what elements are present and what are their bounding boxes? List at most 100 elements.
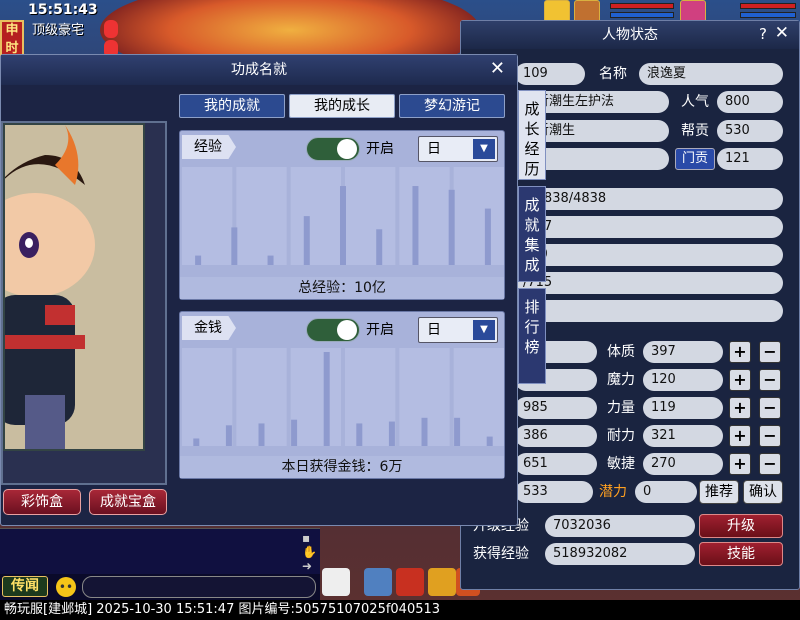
attr-value-strength: 119 xyxy=(643,397,723,419)
attr-left-value: 985 xyxy=(515,397,597,419)
popularity-value: 800 xyxy=(717,91,783,113)
panel-title: 人物状态 xyxy=(461,21,799,49)
gift-icon[interactable] xyxy=(428,568,456,596)
emoji-icon[interactable]: •• xyxy=(56,577,76,597)
extra-left-value: 533 xyxy=(515,481,593,503)
help-icon[interactable]: ? xyxy=(759,25,767,43)
chat-exit-icon[interactable]: ➜ xyxy=(302,559,318,573)
confirm-button[interactable]: 确认 xyxy=(743,480,783,504)
tab-my-growth[interactable]: 我的成长 xyxy=(289,94,395,118)
chart-column-bg xyxy=(345,348,396,446)
chevron-down-icon[interactable]: ▼ xyxy=(473,320,495,340)
attr-label-endurance: 耐力 xyxy=(607,428,635,444)
chart-bar xyxy=(448,189,455,265)
chart-column-bg xyxy=(236,167,287,265)
chart-bar xyxy=(291,419,298,446)
minus-agility-button[interactable]: − xyxy=(759,453,781,475)
chart-bar xyxy=(225,425,232,446)
side-tab-label: 成长经历 xyxy=(524,100,540,178)
chart-column-bg xyxy=(182,348,233,446)
add-endurance-button[interactable]: + xyxy=(729,425,751,447)
side-tab-label: 成就集成 xyxy=(524,196,540,274)
chart-bar xyxy=(303,216,310,265)
exp-bar-chart xyxy=(182,167,504,265)
chart-bar xyxy=(323,352,330,446)
gained-exp-value: 518932082 xyxy=(545,543,695,565)
money-toggle-label: 开启 xyxy=(366,322,394,338)
level-up-button[interactable]: 升级 xyxy=(699,514,783,538)
chat-side-controls: ▪ ✋ ➜ xyxy=(302,531,318,573)
sect-contrib-button[interactable]: 门贡 xyxy=(675,148,715,170)
attr-value-endurance: 321 xyxy=(643,425,723,447)
chat-input[interactable] xyxy=(82,576,316,598)
sword-icon[interactable] xyxy=(364,568,392,596)
add-agility-button[interactable]: + xyxy=(729,453,751,475)
pet-hp-bar xyxy=(610,3,674,9)
money-period-select[interactable]: 日 ▼ xyxy=(418,317,498,343)
minus-constitution-button[interactable]: − xyxy=(759,341,781,363)
chart-bar xyxy=(484,208,491,265)
chart-column-bg xyxy=(182,167,233,265)
chart-bar xyxy=(267,255,274,265)
attr-left-value: 651 xyxy=(515,453,597,475)
gang-contrib-value: 530 xyxy=(717,120,783,142)
tab-my-achievements[interactable]: 我的成就 xyxy=(179,94,285,118)
achievement-treasure-button[interactable]: 成就宝盒 xyxy=(89,489,167,515)
anger-value: 150 xyxy=(515,244,783,266)
exp-toggle[interactable] xyxy=(306,137,360,161)
side-tab-leaderboard[interactable]: 排行榜 xyxy=(518,288,546,384)
close-icon[interactable]: ✕ xyxy=(775,23,789,43)
add-constitution-button[interactable]: + xyxy=(729,341,751,363)
chart-bar xyxy=(195,255,202,265)
minus-magic-button[interactable]: − xyxy=(759,369,781,391)
attr-label-agility: 敏捷 xyxy=(607,456,635,472)
add-magic-button[interactable]: + xyxy=(729,369,751,391)
exp-period-select[interactable]: 日 ▼ xyxy=(418,136,498,162)
money-toggle[interactable] xyxy=(306,318,360,342)
close-icon[interactable]: ✕ xyxy=(490,58,505,79)
character-portrait xyxy=(0,123,145,451)
chat-hand-icon[interactable]: ✋ xyxy=(302,545,318,559)
tab-travel-notes[interactable]: 梦幻游记 xyxy=(399,94,505,118)
pet-mp-bar xyxy=(610,12,674,18)
chart-column-bg xyxy=(290,348,341,446)
toggle-knob xyxy=(337,139,357,159)
add-strength-button[interactable]: + xyxy=(729,397,751,419)
upgrade-exp-value: 7032036 xyxy=(545,515,695,537)
potential-value: 0 xyxy=(635,481,697,503)
name-value: 浪逸夏 xyxy=(639,63,783,85)
money-today: 本日获得金钱：6万 xyxy=(180,456,504,478)
pet-sheep-icon[interactable] xyxy=(322,568,350,596)
minus-strength-button[interactable]: − xyxy=(759,397,781,419)
game-clock: 申时 15:51:43 顶级豪宅 xyxy=(0,0,120,60)
money-card-tag: 金钱 xyxy=(182,316,236,340)
recommend-button[interactable]: 推荐 xyxy=(699,480,739,504)
chart-column-bg xyxy=(345,167,396,265)
chat-log[interactable]: ▪ ✋ ➜ xyxy=(0,528,320,574)
side-tab-growth-history[interactable]: 成长经历 xyxy=(518,90,546,180)
skill-button[interactable]: 技能 xyxy=(699,542,783,566)
exp-period-value: 日 xyxy=(427,141,441,157)
decor-box-button[interactable]: 彩饰盒 xyxy=(3,489,81,515)
money-chart xyxy=(180,348,506,446)
exp-toggle-label: 开启 xyxy=(366,141,394,157)
sect-contrib-value: 121 xyxy=(717,148,783,170)
chat-channel-button[interactable]: 传闻 xyxy=(2,576,48,597)
clock-location: 顶级豪宅 xyxy=(32,23,85,38)
attr-label-magic: 魔力 xyxy=(607,372,635,388)
toggle-knob xyxy=(337,320,357,340)
player-hp-bar xyxy=(740,3,796,9)
chat-lock-icon[interactable]: ▪ xyxy=(302,531,318,545)
side-tab-achievement-collection[interactable]: 成就集成 xyxy=(518,186,546,282)
potential-label: 潜力 xyxy=(599,484,627,500)
treasure-chest-icon[interactable] xyxy=(396,568,424,596)
popularity-label: 人气 xyxy=(681,94,709,110)
window-title: 功成名就 xyxy=(1,55,517,85)
gained-exp-label: 获得经验 xyxy=(473,546,529,562)
bottom-toolbar xyxy=(320,560,480,600)
chat-bar: 传闻 •• xyxy=(0,574,320,600)
chart-column-bg xyxy=(290,167,341,265)
chart-bar xyxy=(193,438,200,446)
minus-endurance-button[interactable]: − xyxy=(759,425,781,447)
chevron-down-icon[interactable]: ▼ xyxy=(473,139,495,159)
